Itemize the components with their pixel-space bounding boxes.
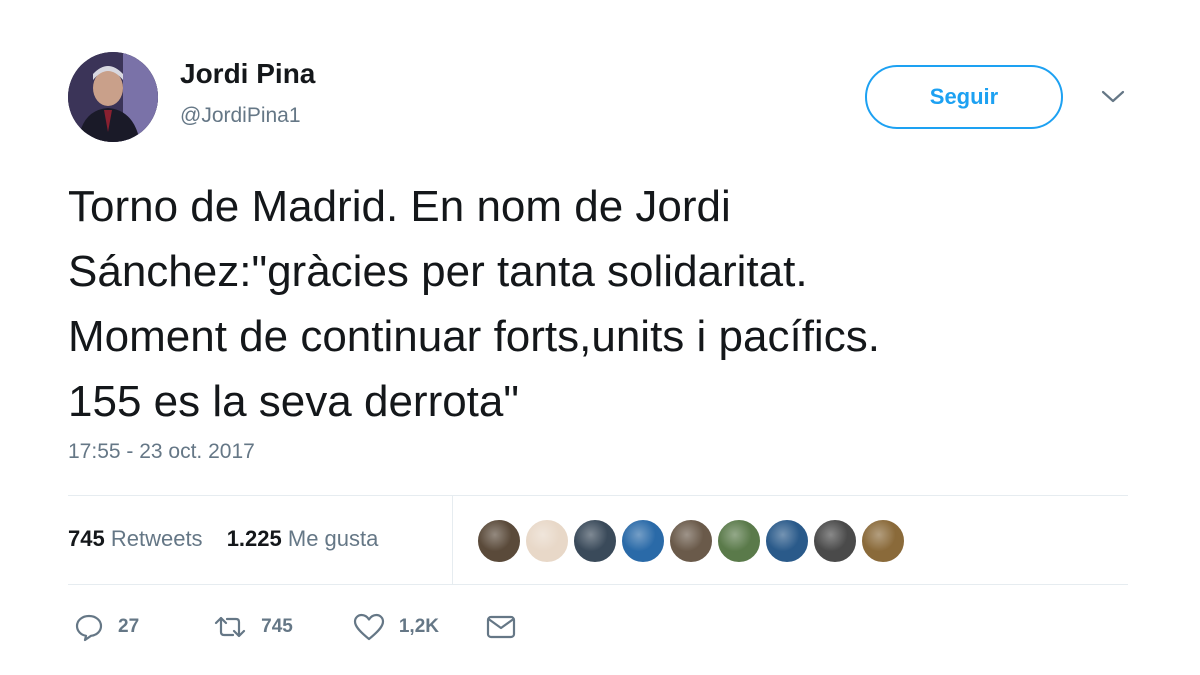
- tweet-timestamp[interactable]: 17:55 - 23 oct. 2017: [68, 440, 255, 464]
- tweet-text: Torno de Madrid. En nom de Jordi Sánchez…: [68, 174, 1128, 434]
- liker-avatar[interactable]: [716, 518, 762, 564]
- divider: [452, 496, 453, 584]
- tweet-line: Moment de continuar forts,units i pacífi…: [68, 312, 880, 361]
- heart-icon: [353, 613, 384, 641]
- reply-count: 27: [118, 616, 140, 637]
- likes-label: Me gusta: [287, 526, 379, 551]
- more-options-button[interactable]: [1100, 87, 1126, 107]
- tweet-actions: 27 745 1,2K: [74, 612, 563, 642]
- retweet-icon: [215, 616, 246, 638]
- likes-count: 1.225: [226, 526, 282, 551]
- retweet-count: 745: [261, 616, 293, 637]
- chevron-down-icon: [1101, 90, 1125, 103]
- tweet-stats: 745 Retweets 1.225 Me gusta: [68, 526, 396, 552]
- liker-avatar[interactable]: [764, 518, 810, 564]
- liker-avatar[interactable]: [572, 518, 618, 564]
- avatar-photo-icon: [68, 52, 158, 142]
- liker-avatar[interactable]: [476, 518, 522, 564]
- retweet-button[interactable]: 745: [213, 614, 293, 640]
- display-name[interactable]: Jordi Pina: [180, 58, 315, 90]
- user-handle[interactable]: @JordiPina1: [180, 104, 301, 128]
- liker-avatar[interactable]: [524, 518, 570, 564]
- liker-avatar[interactable]: [668, 518, 714, 564]
- likes-stat[interactable]: 1.225 Me gusta: [227, 526, 379, 552]
- like-button[interactable]: 1,2K: [353, 613, 439, 641]
- envelope-icon: [486, 615, 516, 639]
- like-count: 1,2K: [398, 616, 439, 637]
- direct-message-button[interactable]: [485, 614, 517, 640]
- user-avatar[interactable]: [68, 52, 158, 142]
- retweets-label: Retweets: [110, 526, 203, 551]
- follow-button[interactable]: Seguir: [865, 65, 1063, 129]
- reply-icon: [75, 614, 103, 642]
- liker-avatar[interactable]: [812, 518, 858, 564]
- divider: [68, 584, 1128, 585]
- liker-avatar[interactable]: [620, 518, 666, 564]
- likers-avatars: [476, 518, 908, 564]
- tweet-line: Sánchez:"gràcies per tanta solidaritat.: [68, 247, 808, 296]
- tweet-line: Torno de Madrid. En nom de Jordi: [68, 182, 731, 231]
- tweet-line: 155 es la seva derrota": [68, 377, 519, 426]
- reply-button[interactable]: 27: [74, 612, 139, 642]
- retweets-count: 745: [68, 526, 105, 551]
- liker-avatar[interactable]: [860, 518, 906, 564]
- retweets-stat[interactable]: 745 Retweets: [68, 526, 203, 552]
- divider: [68, 495, 1128, 496]
